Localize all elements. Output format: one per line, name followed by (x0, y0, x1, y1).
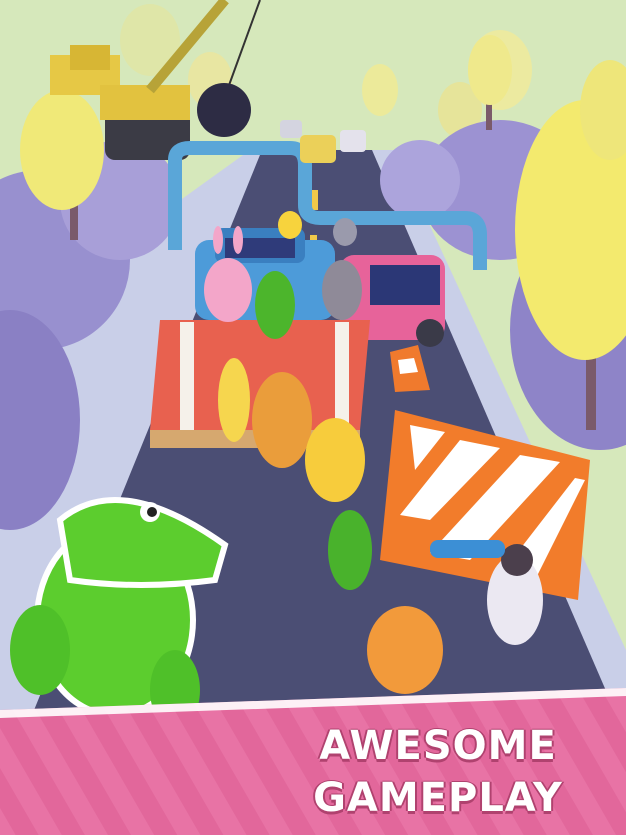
headline-line-2: GAMEPLAY (313, 775, 563, 821)
green-avocado (255, 271, 295, 339)
wrecking-ball (197, 83, 251, 137)
yellow-duck (305, 418, 365, 502)
tiger (367, 606, 443, 694)
small-crocodile (328, 510, 372, 590)
blue-skateboard (430, 540, 505, 558)
yellow-duck-small (278, 211, 302, 239)
orange-bear (252, 372, 312, 468)
promo-headline: AWESOME GAMEPLAY (268, 720, 608, 824)
game-screen: AWESOME GAMEPLAY (0, 0, 626, 835)
banana (218, 358, 250, 442)
gray-pigeon (333, 218, 357, 246)
headline-line-1: AWESOME (319, 723, 557, 769)
gray-cat (322, 260, 362, 320)
pink-bunny (204, 258, 252, 322)
